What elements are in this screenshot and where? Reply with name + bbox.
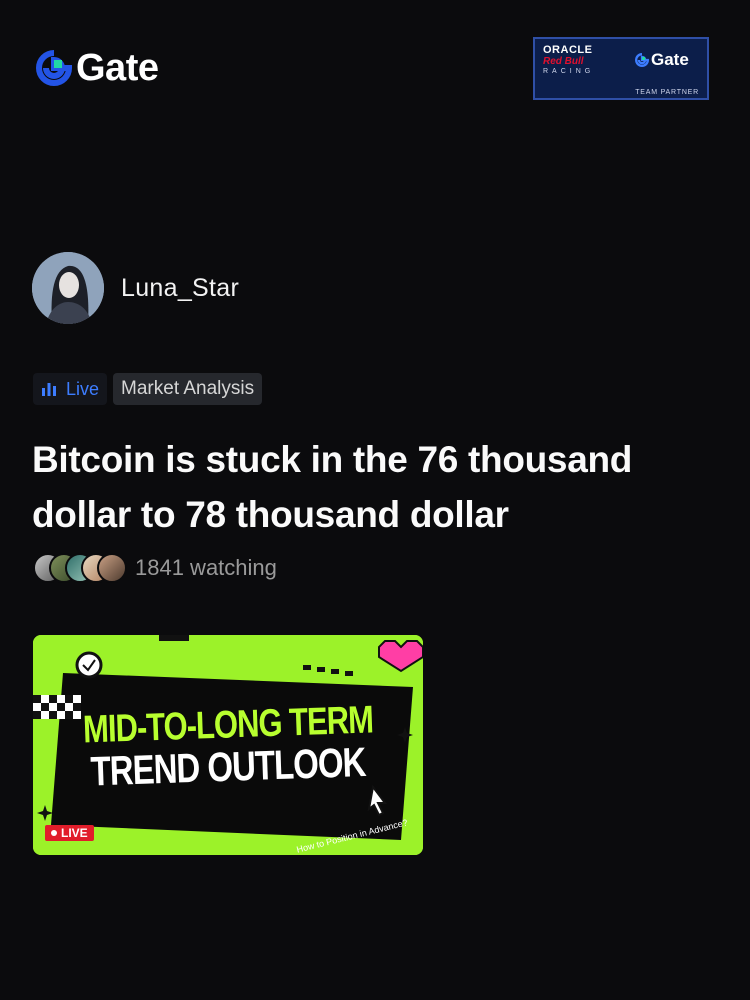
live-bars-icon <box>42 383 56 396</box>
watcher-avatar <box>97 553 127 583</box>
gate-logo-icon <box>36 50 72 86</box>
gate-logo-text: Gate <box>76 47 159 89</box>
oracle-text: ORACLE <box>543 44 593 56</box>
watcher-avatars <box>33 553 127 583</box>
live-badge: LIVE <box>45 825 94 841</box>
team-partner-badge: ORACLE Red Bull RACING Gate TEAM PARTNER <box>533 37 709 100</box>
gate-logo-icon <box>635 53 649 67</box>
partner-gate-text: Gate <box>651 50 689 69</box>
live-dot-icon <box>51 830 57 836</box>
watchers-row: 1841 watching <box>33 553 277 583</box>
avatar-image <box>32 252 104 324</box>
author-row[interactable]: Luna_Star <box>32 252 239 324</box>
watching-count: 1841 watching <box>135 555 277 580</box>
live-tag-label: Live <box>66 378 100 399</box>
author-name[interactable]: Luna_Star <box>121 274 239 303</box>
post-title[interactable]: Bitcoin is stuck in the 76 thousand doll… <box>32 432 712 542</box>
live-badge-label: LIVE <box>61 826 88 840</box>
team-partner-label: TEAM PARTNER <box>635 89 699 96</box>
post-tags: Live Market Analysis <box>33 373 263 405</box>
live-stream-thumbnail[interactable]: MID-TO-LONG TERM TREND OUTLOOK How to Po… <box>33 635 423 855</box>
live-tag[interactable]: Live <box>33 373 108 405</box>
topic-tag[interactable]: Market Analysis <box>113 373 263 405</box>
partner-gate-logo: Gate <box>635 50 689 70</box>
avatar[interactable] <box>32 252 104 324</box>
racing-text: RACING <box>543 68 595 75</box>
gate-logo[interactable]: Gate <box>36 47 159 89</box>
redbull-text: Red Bull <box>543 56 584 67</box>
